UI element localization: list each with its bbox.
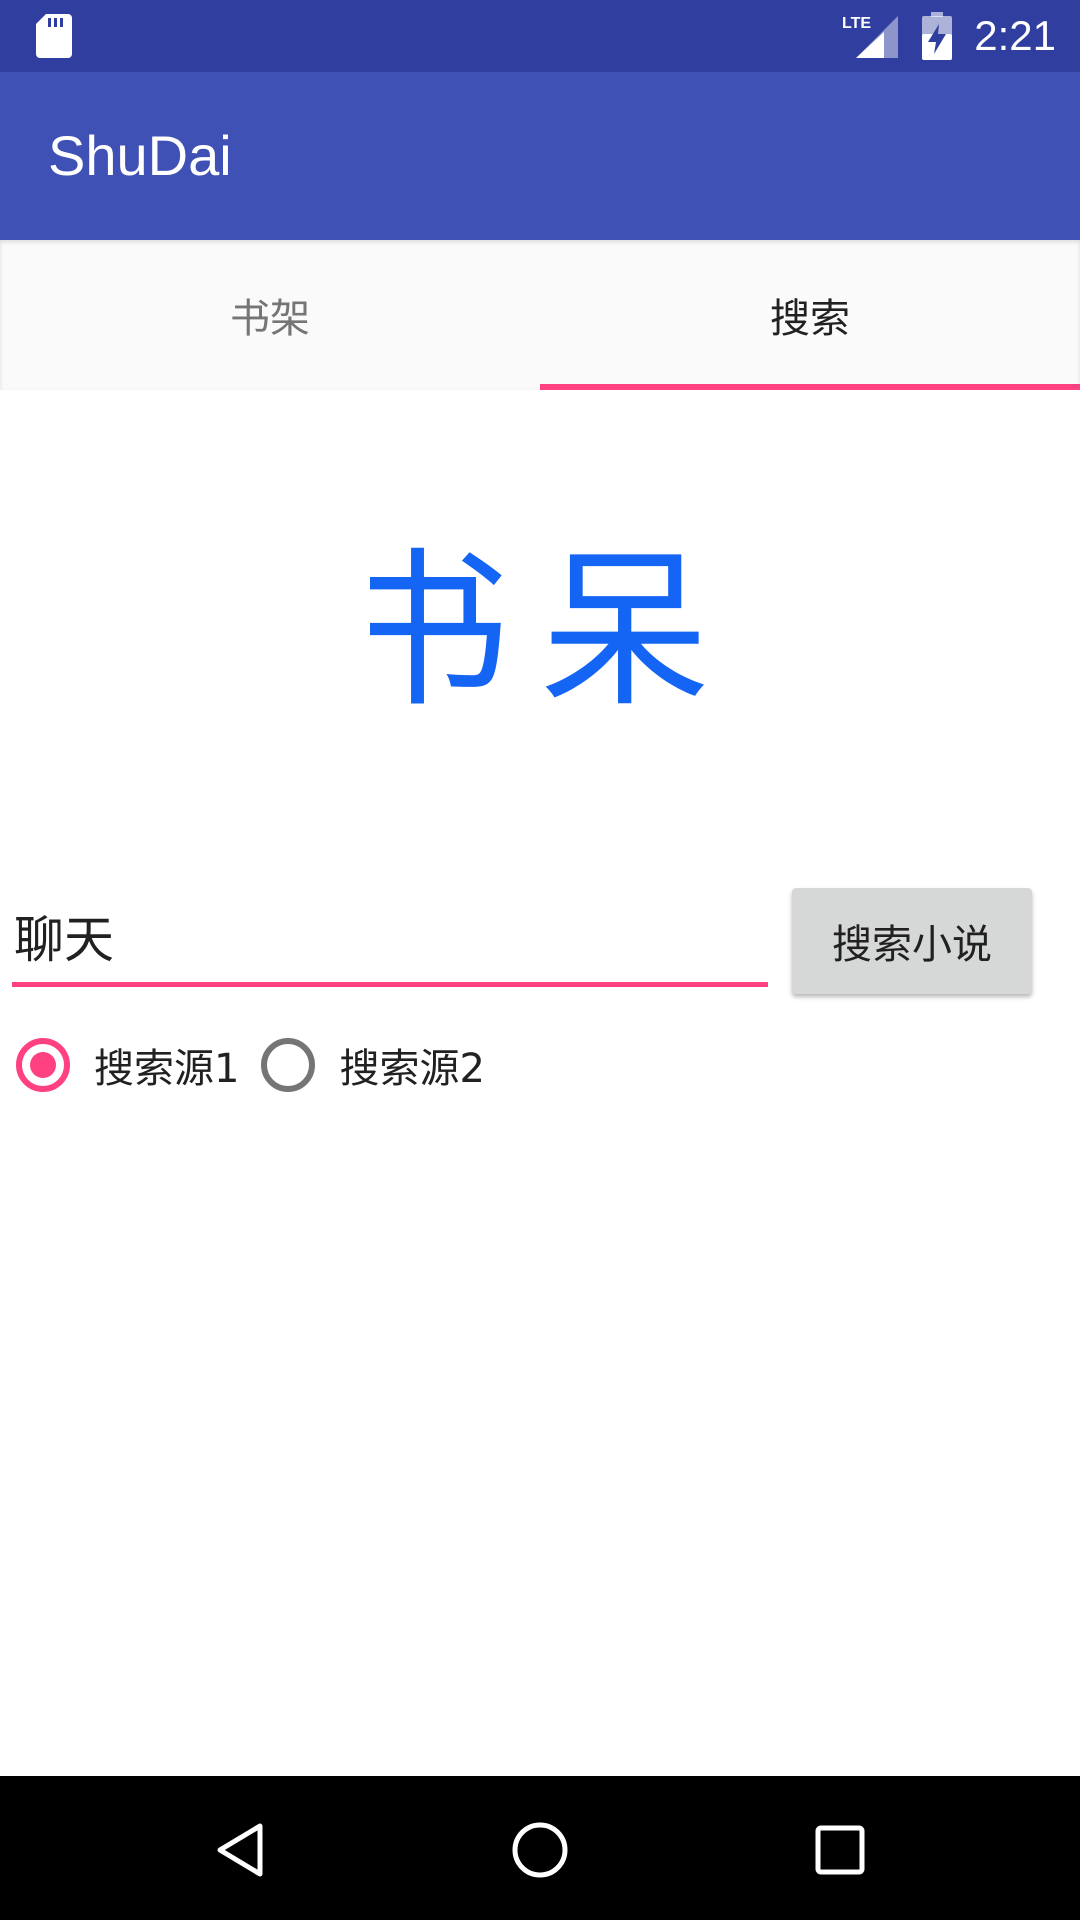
tab-bar: 书架 搜索 [0, 240, 1080, 390]
network-label: LTE [842, 15, 871, 32]
status-bar: LTE 2:21 [0, 0, 1080, 72]
radio-unchecked-icon [261, 1038, 316, 1092]
source-2-label: 搜索源2 [339, 1046, 485, 1092]
back-icon[interactable] [212, 1820, 272, 1880]
logo-text: 书呆 [370, 540, 710, 720]
source-1-label: 搜索源1 [94, 1046, 240, 1092]
navigation-bar [0, 1776, 1080, 1920]
tab-bookshelf[interactable]: 书架 [0, 240, 540, 390]
search-input-value: 聊天 [14, 911, 114, 969]
source-1-radio[interactable]: 搜索源1 [16, 1030, 239, 1100]
radio-checked-icon [16, 1038, 70, 1092]
sd-card-icon [36, 14, 72, 58]
home-icon[interactable] [510, 1820, 570, 1880]
recents-icon[interactable] [810, 1820, 870, 1880]
battery-charging-icon [922, 12, 952, 60]
status-clock: 2:21 [974, 12, 1056, 59]
lte-signal-icon: LTE [842, 15, 898, 58]
source-radio-group: 搜索源1 搜索源2 [16, 1030, 485, 1100]
search-input[interactable]: 聊天 [12, 890, 768, 987]
app-title: ShuDai [48, 124, 232, 187]
app-bar: ShuDai [0, 72, 1080, 240]
source-2-radio[interactable]: 搜索源2 [261, 1030, 485, 1100]
app-logo: 书呆 [370, 540, 710, 720]
tab-indicator [540, 384, 1080, 390]
tab-search[interactable]: 搜索 [540, 240, 1080, 390]
search-novel-button[interactable]: 搜索小说 [792, 888, 1032, 994]
